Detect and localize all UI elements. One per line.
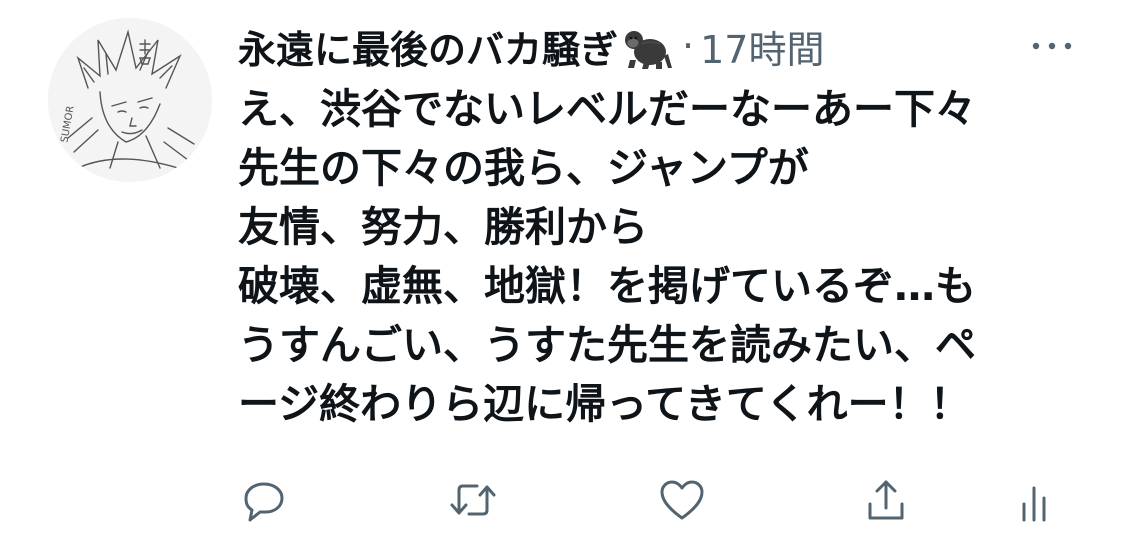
tweet-text-line: うすんごい、うすた先生を読みたい、ペ [238,321,976,369]
analytics-button[interactable] [1006,472,1062,528]
tweet-text: え、渋谷でないレベルだーなーあー下々 先生の下々の我ら、ジャンプが 友情、努力、… [238,80,1118,434]
tweet-header: 永遠に最後のバカ騒ぎ · 17時間 [238,20,824,72]
retweet-icon [450,484,496,516]
action-bar [0,472,1125,528]
heart-icon [660,480,704,520]
tweet-text-line: え、渋谷でないレベルだーなーあー下々 [238,85,976,133]
retweet-button[interactable] [445,472,501,528]
share-button[interactable] [858,472,914,528]
tweet-text-line: 破壊、虚無、地獄！を掲げているぞ…も [238,262,976,310]
reply-button[interactable] [236,472,292,528]
separator-dot: · [682,24,695,68]
analytics-icon [1022,486,1046,522]
timestamp[interactable]: 17時間 [700,19,824,74]
avatar[interactable]: SUMOR [48,18,212,182]
reply-icon [244,482,284,522]
share-icon [868,480,904,520]
tweet-text-line: 先生の下々の我ら、ジャンプが [238,144,809,192]
like-button[interactable] [654,472,710,528]
more-horizontal-icon[interactable] [1028,38,1076,54]
display-name[interactable]: 永遠に最後のバカ騒ぎ [238,19,618,74]
tweet-text-line: 友情、努力、勝利から [238,203,648,251]
tweet[interactable]: SUMOR 永遠に最後のバカ騒ぎ · 17時間 え、渋谷でないレベルだーなーあー… [0,0,1125,539]
tweet-text-line: ージ終わりら辺に帰ってきてくれー！！ [238,380,971,428]
gorilla-emoji-icon [620,22,673,70]
sketch-avatar-icon: SUMOR [48,18,212,182]
